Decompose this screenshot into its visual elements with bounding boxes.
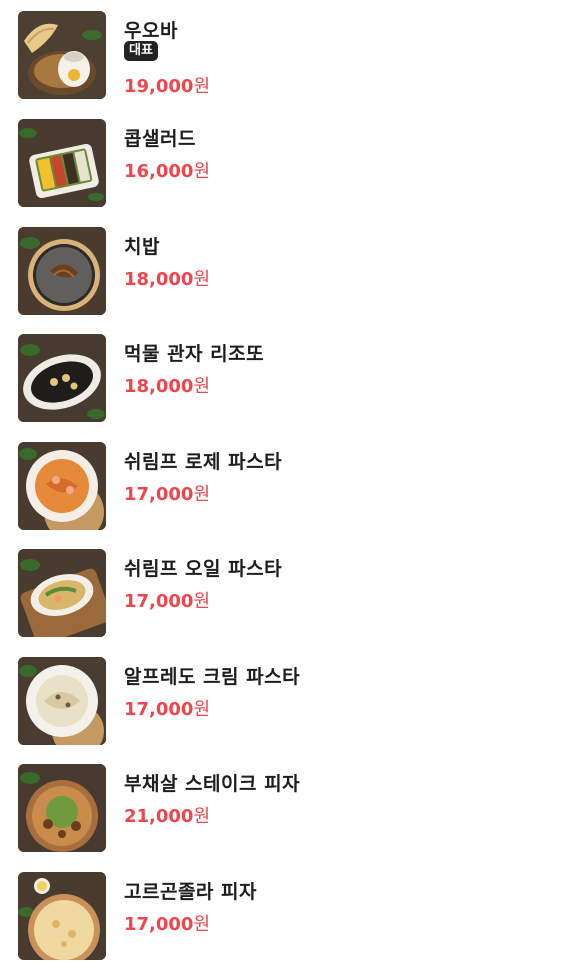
menu-item-photo: [18, 442, 106, 530]
menu-item-price: 17,000원: [124, 587, 210, 613]
price-amount: 16,000: [124, 161, 194, 182]
price-amount: 17,000: [124, 699, 194, 720]
menu-item-price: 17,000원: [124, 910, 210, 936]
menu-item-name: 콥샐러드: [124, 128, 196, 150]
menu-item-price: 17,000원: [124, 480, 210, 506]
price-unit: 원: [193, 269, 211, 290]
menu-item-photo: [18, 11, 106, 99]
menu-item-price: 21,000원: [124, 802, 210, 828]
menu-list: 우오바 대표 19,000원 콥샐러드 16,000원 치밥 18,000원 먹…: [0, 0, 580, 976]
price-amount: 17,000: [124, 914, 194, 935]
signature-badge: 대표: [124, 41, 158, 61]
menu-item-steak-pizza[interactable]: 부채살 스테이크 피자 21,000원: [0, 753, 580, 860]
menu-item-name: 부채살 스테이크 피자: [124, 773, 301, 795]
price-unit: 원: [193, 591, 211, 612]
price-amount: 17,000: [124, 484, 194, 505]
menu-item-photo: [18, 872, 106, 960]
menu-item-price: 18,000원: [124, 265, 210, 291]
menu-item-shrimp-rose-pasta[interactable]: 쉬림프 로제 파스타 17,000원: [0, 431, 580, 538]
menu-item-name: 쉬림프 오일 파스타: [124, 558, 283, 580]
menu-item-photo: [18, 227, 106, 315]
price-unit: 원: [193, 484, 211, 505]
price-amount: 18,000: [124, 269, 194, 290]
price-amount: 19,000: [124, 76, 194, 97]
price-unit: 원: [193, 914, 211, 935]
menu-item-name: 우오바: [124, 20, 178, 42]
price-unit: 원: [193, 161, 211, 182]
menu-item-name: 먹물 관자 리조또: [124, 343, 265, 365]
menu-item-chibap[interactable]: 치밥 18,000원: [0, 216, 580, 323]
menu-item-photo: [18, 119, 106, 207]
menu-item-squid-ink-risotto[interactable]: 먹물 관자 리조또 18,000원: [0, 323, 580, 430]
price-amount: 21,000: [124, 806, 194, 827]
menu-item-name: 쉬림프 로제 파스타: [124, 451, 283, 473]
menu-item-name: 고르곤졸라 피자: [124, 881, 257, 903]
menu-item-shrimp-oil-pasta[interactable]: 쉬림프 오일 파스타 17,000원: [0, 538, 580, 645]
menu-item-cobb-salad[interactable]: 콥샐러드 16,000원: [0, 108, 580, 215]
menu-item-price: 18,000원: [124, 372, 210, 398]
menu-item-gorgonzola-pizza[interactable]: 고르곤졸라 피자 17,000원: [0, 861, 580, 968]
menu-item-photo: [18, 657, 106, 745]
price-unit: 원: [193, 806, 211, 827]
menu-item-alfredo-cream-pasta[interactable]: 알프레도 크림 파스타 17,000원: [0, 646, 580, 753]
menu-item-price: 19,000원: [124, 72, 210, 98]
menu-item-price: 16,000원: [124, 157, 210, 183]
menu-item-uoba[interactable]: 우오바 대표 19,000원: [0, 0, 580, 107]
menu-item-photo: [18, 764, 106, 852]
price-unit: 원: [193, 699, 211, 720]
price-unit: 원: [193, 376, 211, 397]
price-unit: 원: [193, 76, 211, 97]
price-amount: 18,000: [124, 376, 194, 397]
menu-item-name: 알프레도 크림 파스타: [124, 666, 301, 688]
menu-item-price: 17,000원: [124, 695, 210, 721]
menu-item-name: 치밥: [124, 236, 160, 258]
menu-item-photo: [18, 549, 106, 637]
menu-item-photo: [18, 334, 106, 422]
price-amount: 17,000: [124, 591, 194, 612]
